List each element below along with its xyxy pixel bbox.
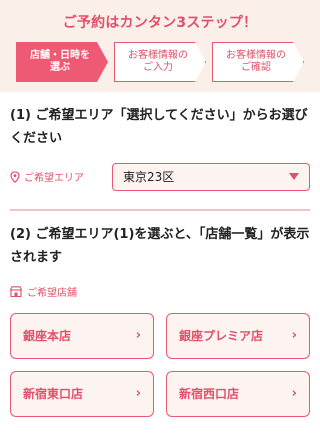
chevron-right-icon: ›	[291, 386, 297, 402]
store-button-ginza-honten[interactable]: 銀座本店 ›	[10, 312, 154, 359]
store-button-shinjuku-west[interactable]: 新宿西口店 ›	[166, 370, 310, 417]
chevron-right-icon: ›	[291, 328, 297, 344]
dropdown-caret-icon	[289, 173, 299, 181]
question-2: (2) ご希望エリア(1)を選ぶと、「店舗一覧」が表示されます	[10, 226, 310, 266]
area-row: ご希望エリア 東京23区	[10, 162, 310, 191]
area-select[interactable]: 東京23区	[112, 162, 310, 191]
step-indicator: 店舗・日時を 選ぶ お客様情報の ご入力 お客様情報の ご確認	[8, 42, 312, 82]
step-2: お客様情報の ご入力	[114, 42, 206, 82]
header-panel: ご予約はカンタン3ステップ！ 店舗・日時を 選ぶ お客様情報の ご入力 お客様情…	[0, 0, 320, 92]
location-pin-icon	[10, 170, 20, 183]
main-content: (1) ご希望エリア「選択してください」からお選びください ご希望エリア 東京2…	[0, 104, 320, 417]
store-button-shinjuku-east[interactable]: 新宿東口店 ›	[10, 370, 154, 417]
store-label: ご希望店舗	[10, 284, 310, 299]
question-1: (1) ご希望エリア「選択してください」からお選びください	[10, 108, 308, 147]
store-button-ginza-premier[interactable]: 銀座プレミア店 ›	[166, 312, 310, 359]
chevron-right-icon: ›	[135, 328, 141, 344]
step-1-label: 店舗・日時を 選ぶ	[30, 49, 90, 74]
store-name: 新宿東口店	[23, 387, 84, 402]
area-select-value: 東京23区	[123, 170, 175, 185]
chevron-right-icon: ›	[135, 386, 141, 402]
page-title: ご予約はカンタン3ステップ！	[62, 15, 258, 31]
area-label: ご希望エリア	[10, 169, 84, 184]
step-1: 店舗・日時を 選ぶ	[16, 42, 108, 82]
area-label-text: ご希望エリア	[24, 173, 84, 185]
divider	[10, 208, 310, 211]
store-grid: 銀座本店 › 銀座プレミア店 › 新宿東口店 › 新宿西口店 ›	[10, 312, 310, 417]
store-name: 銀座プレミア店	[179, 329, 264, 344]
step-3: お客様情報の ご確認	[212, 42, 304, 82]
store-label-text: ご希望店舗	[27, 287, 77, 299]
store-name: 新宿西口店	[179, 387, 240, 402]
store-name: 銀座本店	[23, 329, 72, 344]
store-icon	[10, 285, 22, 297]
step-2-label: お客様情報の ご入力	[128, 49, 188, 74]
step-3-label: お客様情報の ご確認	[226, 49, 286, 74]
